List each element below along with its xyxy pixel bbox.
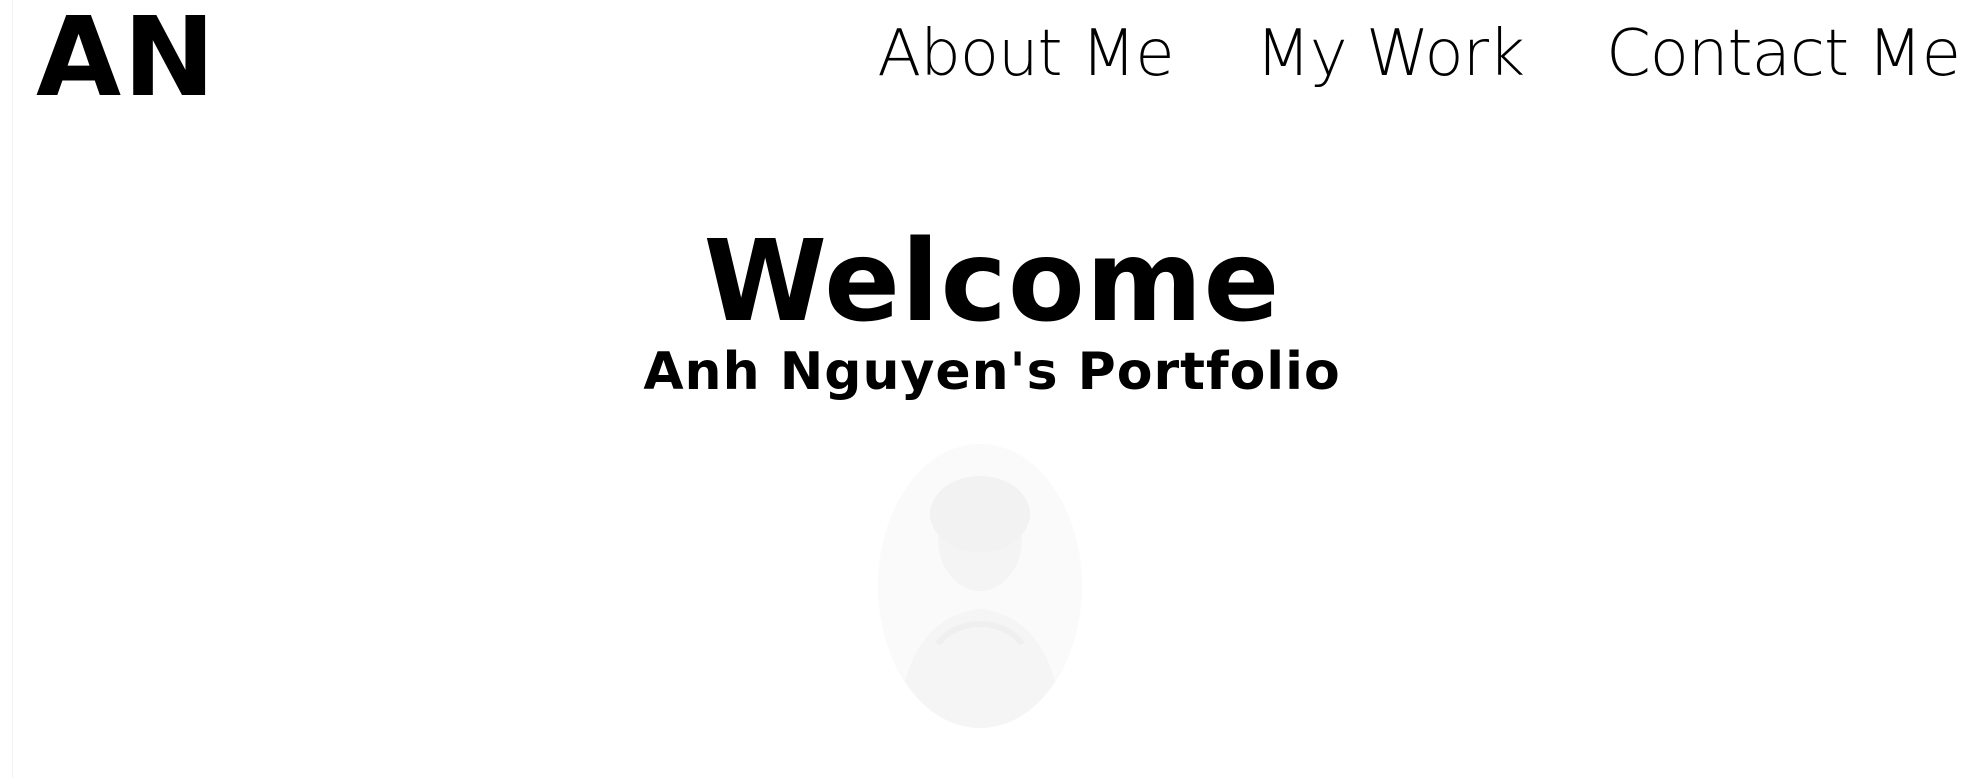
hero-section: Welcome Anh Nguyen's Portfolio <box>0 222 1984 403</box>
welcome-heading: Welcome <box>703 217 1281 347</box>
site-logo[interactable]: AN <box>36 0 217 116</box>
profile-portrait-image <box>878 444 1082 728</box>
main-nav: About Me My Work Contact Me <box>877 16 1961 93</box>
nav-link-my-work[interactable]: My Work <box>1256 16 1525 93</box>
portfolio-subtitle: Anh Nguyen's Portfolio <box>643 341 1341 402</box>
nav-link-about-me[interactable]: About Me <box>877 16 1174 93</box>
nav-link-contact-me[interactable]: Contact Me <box>1606 16 1961 93</box>
